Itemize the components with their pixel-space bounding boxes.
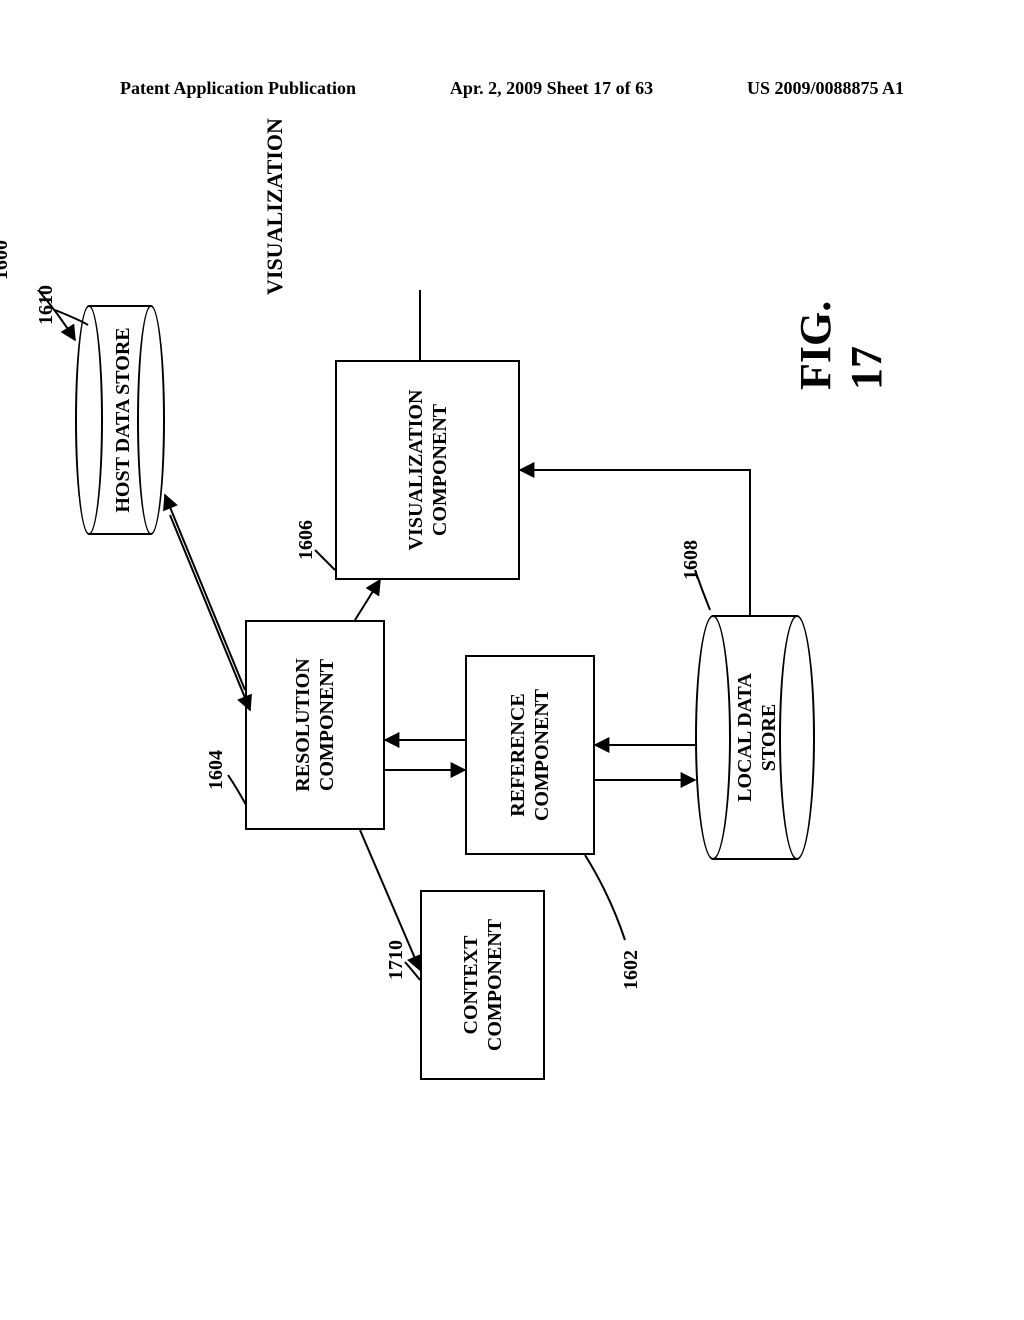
context-l1: CONTEXT xyxy=(459,936,483,1035)
ref-1600: 1600 xyxy=(0,240,13,280)
ref-1610: 1610 xyxy=(35,285,58,325)
local-data-store-cylinder: LOCAL DATA STORE xyxy=(695,615,815,860)
host-store-label: HOST DATA STORE xyxy=(111,327,135,512)
figure-diagram: HOST DATA STORE 1610 1600 RESOLUTION COM… xyxy=(0,290,1024,1110)
host-data-store-cylinder: HOST DATA STORE xyxy=(75,305,165,535)
reference-l2: COMPONENT xyxy=(530,689,554,821)
ref-1608: 1608 xyxy=(680,540,703,580)
viz-l1: VISUALIZATION xyxy=(404,390,428,551)
header-left: Patent Application Publication xyxy=(120,78,356,99)
visualization-output-label: VISUALIZATION xyxy=(262,118,288,295)
ref-1606: 1606 xyxy=(295,520,318,560)
page-header: Patent Application Publication Apr. 2, 2… xyxy=(0,78,1024,99)
resolution-l1: RESOLUTION xyxy=(291,658,315,791)
ref-1710: 1710 xyxy=(385,940,408,980)
context-l2: COMPONENT xyxy=(483,919,507,1051)
header-center: Apr. 2, 2009 Sheet 17 of 63 xyxy=(450,78,653,99)
ref-1602: 1602 xyxy=(620,950,643,990)
local-store-l1: LOCAL DATA xyxy=(733,673,757,802)
header-right: US 2009/0088875 A1 xyxy=(747,78,904,99)
resolution-l2: COMPONENT xyxy=(315,659,339,791)
figure-number-label: FIG. 17 xyxy=(790,290,892,390)
viz-l2: COMPONENT xyxy=(428,404,452,536)
local-store-l2: STORE xyxy=(757,704,781,771)
visualization-component-box: VISUALIZATION COMPONENT xyxy=(335,360,520,580)
resolution-component-box: RESOLUTION COMPONENT xyxy=(245,620,385,830)
ref-1604: 1604 xyxy=(205,750,228,790)
reference-l1: REFERENCE xyxy=(506,693,530,816)
reference-component-box: REFERENCE COMPONENT xyxy=(465,655,595,855)
context-component-box: CONTEXT COMPONENT xyxy=(420,890,545,1080)
